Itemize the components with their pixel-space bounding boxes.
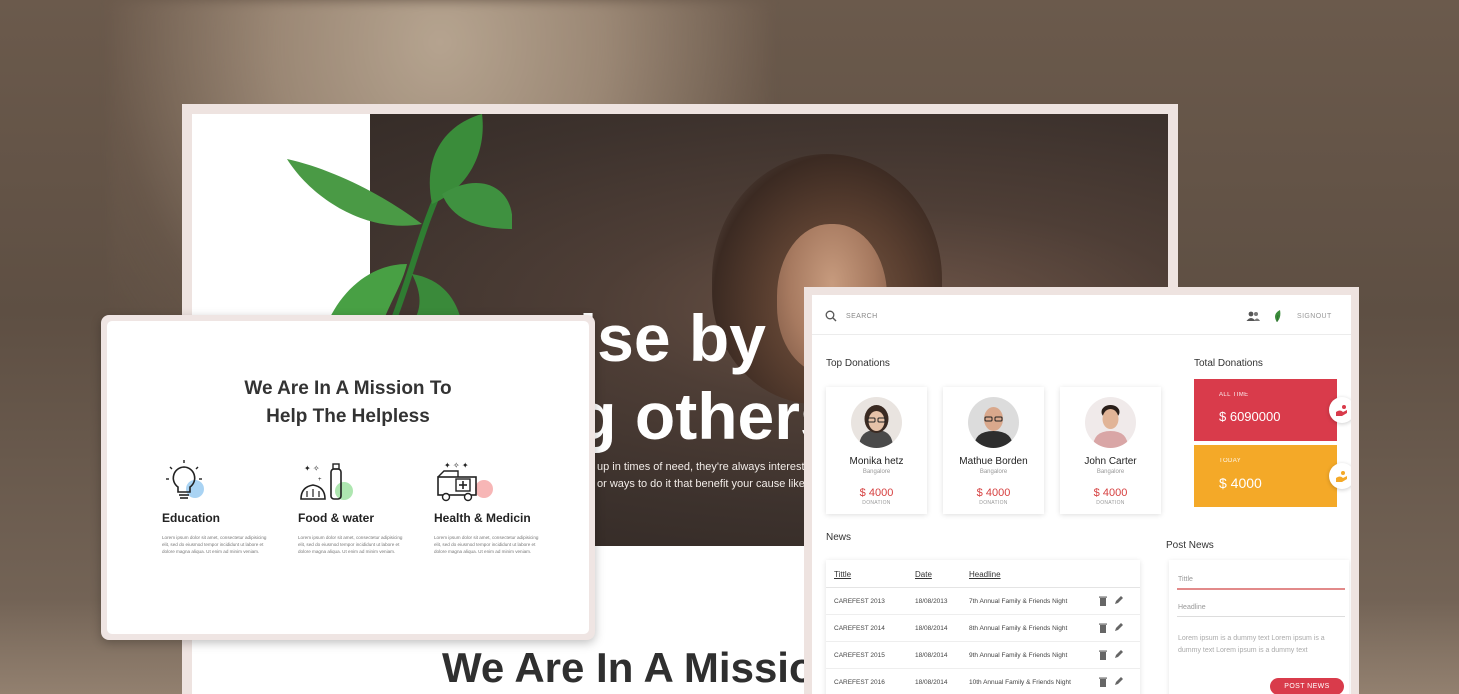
donor-city: Bangalore	[979, 469, 1008, 475]
total-value: $ 6090000	[1219, 409, 1281, 424]
feature-health-medicin: ✦ ✧ ✦ Health & Medicin Lorem ipsum dolor…	[434, 459, 564, 555]
trash-icon[interactable]	[1099, 596, 1107, 606]
donor-card[interactable]: Monika hetz Bangalore $ 4000 DONATION	[826, 387, 927, 514]
donor-card[interactable]: Mathue Borden Bangalore $ 4000 DONATION	[943, 387, 1044, 514]
row-headline: 9th Annual Family & Friends Night	[969, 652, 1068, 659]
ambulance-icon: ✦ ✧ ✦	[437, 461, 493, 502]
column-header-date[interactable]: Date	[915, 570, 932, 579]
top-donations-title: Top Donations	[826, 358, 890, 369]
plant-leaves-image	[287, 114, 512, 324]
lightbulb-icon	[166, 460, 204, 499]
feature-education: Education Lorem ipsum dolor sit amet, co…	[162, 459, 292, 555]
row-title: CAREFEST 2016	[834, 679, 885, 686]
table-row: CAREFEST 2013 18/08/2013 7th Annual Fami…	[826, 588, 1140, 615]
post-news-button[interactable]: POST NEWS	[1270, 678, 1344, 694]
row-headline: 7th Annual Family & Friends Night	[969, 598, 1068, 605]
donor-amount: $ 4000	[976, 487, 1011, 499]
search-input[interactable]: SEARCH	[846, 313, 878, 320]
mission-card-title: We Are In A Mission To Help The Helpless	[107, 375, 589, 431]
total-label: TODAY	[1219, 458, 1242, 464]
total-all-time-card: ALL TIME $ 6090000	[1194, 379, 1337, 441]
feature-title: Food & water	[298, 511, 375, 525]
feature-text: Lorem ipsum dolor sit amet, consectetur …	[162, 535, 267, 554]
row-title: CAREFEST 2013	[834, 598, 885, 605]
donor-name: Monika hetz	[849, 456, 904, 467]
feature-title: Education	[162, 511, 221, 525]
mission-title-line-1: We Are In A Mission To	[244, 378, 452, 399]
trash-icon[interactable]	[1099, 623, 1107, 633]
post-news-form: Tittle Headline Lorem ipsum is a dummy t…	[1169, 560, 1349, 694]
donation-dashboard: SEARCH SIGNOUT Top Donations Total Donat…	[804, 287, 1359, 694]
search-icon[interactable]	[825, 310, 837, 322]
news-title: News	[826, 532, 852, 543]
svg-text:✦ ✧ ✦: ✦ ✧ ✦	[444, 461, 469, 470]
trash-icon[interactable]	[1099, 677, 1107, 687]
row-date: 18/08/2014	[915, 679, 948, 686]
svg-text:+: +	[318, 477, 322, 483]
edit-pencil-icon[interactable]	[1114, 596, 1123, 605]
mission-card: We Are In A Mission To Help The Helpless…	[101, 315, 595, 640]
donor-label: DONATION	[1096, 500, 1125, 506]
donor-name: Mathue Borden	[959, 456, 1028, 467]
row-date: 18/08/2014	[915, 652, 948, 659]
mission-heading: We Are In A Mission	[442, 644, 841, 691]
donor-label: DONATION	[979, 500, 1008, 506]
hero-desc-line-1: up in times of need, they're always inte…	[597, 461, 829, 473]
row-date: 18/08/2013	[915, 598, 948, 605]
donor-label: DONATION	[862, 500, 891, 506]
edit-pencil-icon[interactable]	[1114, 677, 1123, 686]
feature-text: Lorem ipsum dolor sit amet, consectetur …	[298, 535, 403, 554]
table-row: CAREFEST 2016 18/08/2014 10th Annual Fam…	[826, 669, 1140, 694]
feature-food-water: ✦ ✧ + Food & water Lorem ipsum dolor sit…	[298, 459, 428, 555]
mission-card-content: We Are In A Mission To Help The Helpless…	[107, 321, 589, 634]
column-header-title[interactable]: Tittle	[834, 570, 851, 579]
hero-desc-line-2: or ways to do it that benefit your cause…	[597, 478, 808, 490]
leaf-icon[interactable]	[1272, 309, 1282, 323]
post-news-title: Post News	[1166, 540, 1214, 551]
avatar	[968, 397, 1019, 448]
row-title: CAREFEST 2015	[834, 652, 885, 659]
total-today-card: TODAY $ 4000	[1194, 445, 1337, 507]
donor-city: Bangalore	[1096, 469, 1125, 475]
hero-description: up in times of need, they're always inte…	[597, 459, 828, 493]
coins-hand-icon	[1329, 463, 1351, 489]
headline-input[interactable]: Headline	[1178, 604, 1206, 611]
donor-name: John Carter	[1084, 456, 1137, 467]
donor-amount: $ 4000	[859, 487, 894, 499]
food-water-icon: ✦ ✧ +	[300, 463, 353, 500]
edit-pencil-icon[interactable]	[1114, 650, 1123, 659]
title-input-underline	[1177, 588, 1345, 590]
donor-card[interactable]: John Carter Bangalore $ 4000 DONATION	[1060, 387, 1161, 514]
news-table-header: Tittle Date Headline	[826, 560, 1140, 588]
edit-pencil-icon[interactable]	[1114, 623, 1123, 632]
dashboard-content: SEARCH SIGNOUT Top Donations Total Donat…	[812, 295, 1351, 694]
table-row: CAREFEST 2014 18/08/2014 8th Annual Fami…	[826, 615, 1140, 642]
donor-city: Bangalore	[862, 469, 891, 475]
column-header-headline[interactable]: Headline	[969, 570, 1001, 579]
row-headline: 8th Annual Family & Friends Night	[969, 625, 1068, 632]
total-value: $ 4000	[1219, 475, 1262, 491]
table-row: CAREFEST 2015 18/08/2014 9th Annual Fami…	[826, 642, 1140, 669]
mission-title-line-2: Help The Helpless	[266, 406, 430, 427]
total-label: ALL TIME	[1219, 392, 1249, 398]
title-input[interactable]: Tittle	[1178, 576, 1193, 583]
dashboard-topbar: SEARCH SIGNOUT	[812, 295, 1351, 335]
feature-text: Lorem ipsum dolor sit amet, consectetur …	[434, 535, 539, 554]
news-table: Tittle Date Headline CAREFEST 2013 18/08…	[826, 560, 1140, 694]
signout-link[interactable]: SIGNOUT	[1297, 313, 1332, 320]
trash-icon[interactable]	[1099, 650, 1107, 660]
news-body-textarea[interactable]: Lorem ipsum is a dummy text Lorem ipsum …	[1178, 633, 1338, 657]
row-date: 18/08/2014	[915, 625, 948, 632]
total-donations-title: Total Donations	[1194, 358, 1263, 369]
feature-title: Health & Medicin	[434, 511, 531, 525]
donate-hand-icon	[1329, 397, 1351, 423]
users-icon[interactable]	[1246, 311, 1260, 321]
avatar	[851, 397, 902, 448]
row-headline: 10th Annual Family & Friends Night	[969, 679, 1071, 686]
donor-amount: $ 4000	[1093, 487, 1128, 499]
svg-text:✦ ✧: ✦ ✧	[304, 464, 320, 473]
avatar	[1085, 397, 1136, 448]
headline-input-underline	[1177, 616, 1345, 617]
row-title: CAREFEST 2014	[834, 625, 885, 632]
